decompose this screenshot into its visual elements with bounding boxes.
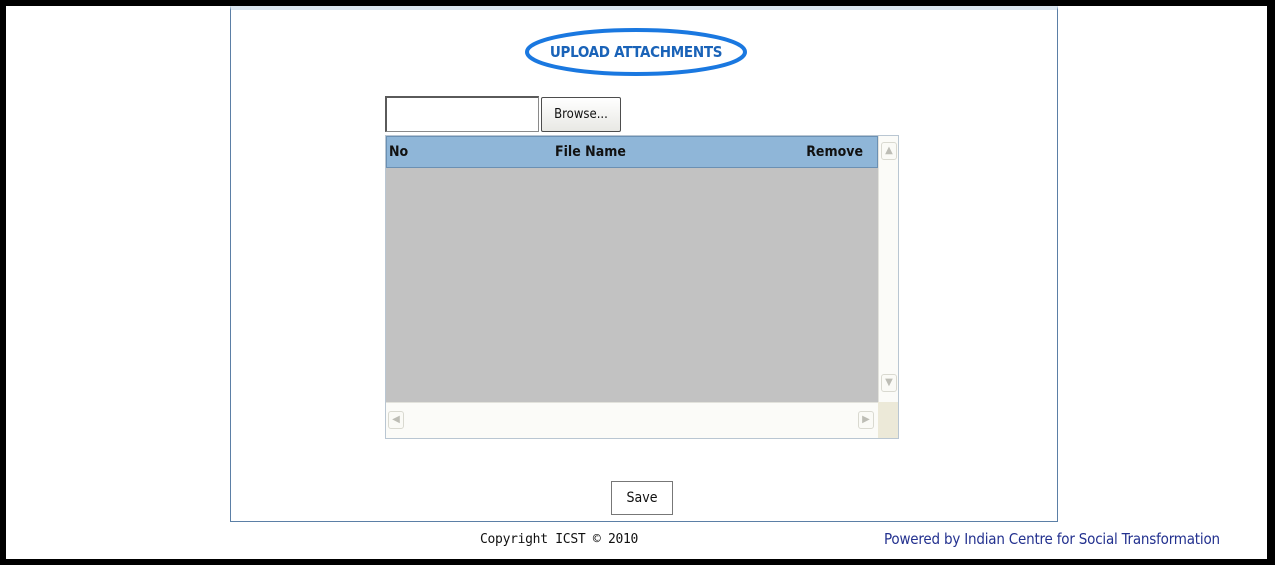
scroll-down-icon[interactable]: ▼ [881,374,897,392]
browse-button[interactable]: Browse... [541,97,621,132]
page-title: UPLOAD ATTACHMENTS [549,43,723,61]
copyright-text: Copyright ICST © 2010 [480,532,639,547]
scroll-up-icon[interactable]: ▲ [881,142,897,160]
scroll-left-icon[interactable]: ◀ [388,411,404,429]
attachments-grid: No File Name Remove ▲ ▼ ◀ ▶ [385,135,899,439]
column-header-file-name: File Name [555,144,626,160]
scrollbar-corner [878,402,898,438]
page-screen: UPLOAD ATTACHMENTS Browse... No File Nam… [6,6,1267,559]
powered-by-text: Powered by Indian Centre for Social Tran… [884,530,1220,548]
column-header-no: No [389,144,409,160]
horizontal-scrollbar[interactable]: ◀ ▶ [386,402,878,438]
upload-panel: UPLOAD ATTACHMENTS Browse... No File Nam… [230,6,1058,522]
grid-header: No File Name Remove [386,136,878,168]
page-title-wrapper: UPLOAD ATTACHMENTS [523,26,749,78]
vertical-scrollbar[interactable]: ▲ ▼ [878,136,898,402]
file-path-input[interactable] [385,96,539,132]
scroll-right-icon[interactable]: ▶ [858,411,874,429]
save-button[interactable]: Save [611,481,673,515]
grid-body [386,168,878,402]
column-header-remove: Remove [806,144,863,160]
